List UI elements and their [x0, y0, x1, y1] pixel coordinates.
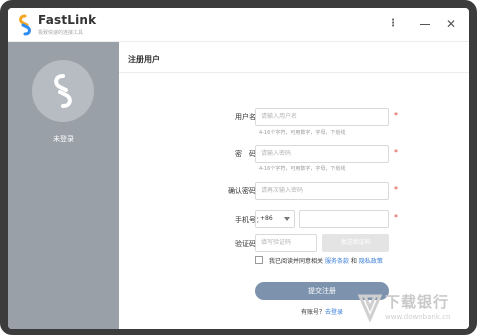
sidebar: 未登录 [8, 42, 119, 329]
page-title: 注册用户 [128, 55, 160, 64]
more-vertical-icon[interactable]: ⋮ [386, 17, 400, 31]
privacy-link[interactable]: 隐私政策 [359, 258, 383, 265]
window-frame: FastLink 极致快速的连接工具 ⋮ ✕ 未登录 注册用户 用户名： 请输入… [0, 0, 477, 335]
phone-input[interactable] [299, 210, 389, 228]
has-account-text: 有账号？ [300, 309, 325, 316]
username-label: 用户名： [235, 113, 263, 121]
login-status[interactable]: 未登录 [8, 134, 119, 144]
send-code-button[interactable]: 发送验证码 [322, 234, 389, 252]
code-label: 验证码： [235, 240, 263, 248]
agreement-row: 我已阅读并同意相关 服务条款 和 隐私政策 [255, 256, 383, 265]
app-name: FastLink [38, 13, 97, 27]
username-hint: 4-16个字符，可用数字，字母，下划线 [259, 130, 346, 136]
watermark-logo-icon [357, 294, 383, 322]
divider [119, 72, 469, 73]
required-mark: * [394, 213, 398, 222]
agreement-text: 我已阅读并同意相关 [269, 258, 324, 265]
agreement-checkbox[interactable] [255, 256, 263, 264]
password-label: 密 码： [235, 150, 263, 158]
app-subtitle: 极致快速的连接工具 [38, 30, 84, 36]
title-bar: FastLink 极致快速的连接工具 ⋮ ✕ [8, 8, 469, 42]
required-mark: * [394, 148, 398, 157]
country-code-select[interactable]: +86 [255, 210, 295, 228]
phone-label: 手机号： [235, 216, 263, 224]
password-input[interactable]: 请输入密码 [255, 145, 389, 163]
watermark: 下载银行 www.downbank.cn [355, 290, 465, 330]
code-input[interactable]: 填写验证码 [255, 234, 317, 252]
close-icon[interactable]: ✕ [444, 17, 458, 31]
fastlink-logo-icon [19, 14, 31, 36]
confirm-password-label: 确认密码： [228, 187, 263, 195]
main-panel: 注册用户 用户名： 请输入用户名 * 4-16个字符，可用数字，字母，下划线 密… [119, 42, 469, 329]
watermark-text: 下载银行 [385, 293, 450, 311]
login-link[interactable]: 去登录 [325, 309, 343, 316]
avatar[interactable] [32, 60, 94, 122]
watermark-url: www.downbank.cn [385, 313, 451, 321]
chevron-down-icon [284, 217, 290, 221]
country-code-value: +86 [260, 215, 273, 222]
app-window: FastLink 极致快速的连接工具 ⋮ ✕ 未登录 注册用户 用户名： 请输入… [8, 8, 469, 329]
required-mark: * [394, 185, 398, 194]
password-hint: 4-16个字符，可用数字，字母，下划线 [259, 166, 346, 172]
required-mark: * [394, 111, 398, 120]
agreement-and: 和 [350, 258, 357, 265]
terms-link[interactable]: 服务条款 [325, 258, 349, 265]
link-logo-icon [54, 74, 72, 108]
minimize-icon[interactable] [418, 17, 432, 31]
confirm-password-input[interactable]: 请再次输入密码 [255, 182, 389, 200]
username-input[interactable]: 请输入用户名 [255, 108, 389, 126]
